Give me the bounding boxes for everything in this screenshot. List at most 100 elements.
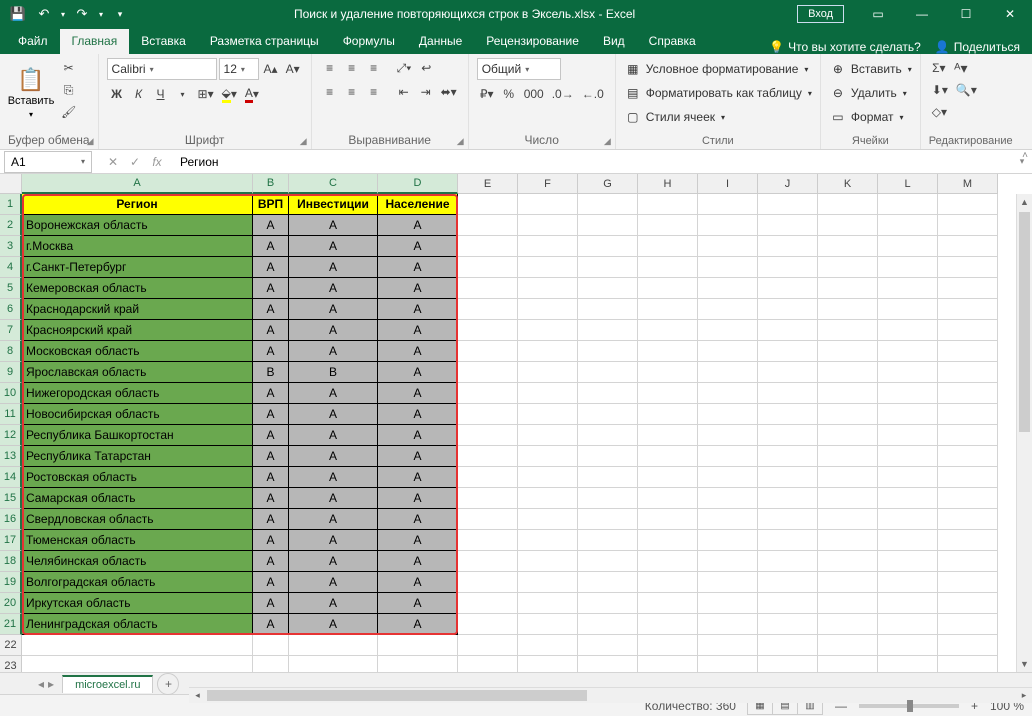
align-bottom-icon[interactable]: ≡ (364, 58, 384, 78)
cell[interactable] (818, 320, 878, 341)
dialog-launcher-icon[interactable]: ◢ (300, 136, 307, 147)
fill-icon[interactable]: ⬇▾ (929, 80, 951, 100)
cell[interactable] (22, 656, 253, 672)
horizontal-scrollbar[interactable]: ◂ ▸ (189, 687, 1032, 703)
cell[interactable]: A (378, 425, 458, 446)
cell[interactable] (878, 446, 938, 467)
share-button[interactable]: 👤Поделиться (935, 40, 1020, 54)
cell[interactable] (578, 551, 638, 572)
format-painter-icon[interactable]: 🖌 (58, 102, 79, 122)
row-header[interactable]: 23 (0, 656, 22, 672)
cell[interactable]: A (378, 278, 458, 299)
cell[interactable] (518, 467, 578, 488)
cell[interactable] (758, 488, 818, 509)
undo-dd-icon[interactable]: ▾ (58, 2, 68, 26)
cell[interactable] (758, 509, 818, 530)
cell[interactable]: A (289, 257, 378, 278)
row-header[interactable]: 11 (0, 404, 22, 425)
cell[interactable]: Ростовская область (22, 467, 253, 488)
cell[interactable]: Воронежская область (22, 215, 253, 236)
row-header[interactable]: 13 (0, 446, 22, 467)
cell[interactable]: A (378, 614, 458, 635)
decrease-indent-icon[interactable]: ⇤ (394, 82, 414, 102)
cell[interactable] (518, 341, 578, 362)
cell[interactable]: A (253, 236, 289, 257)
cell[interactable] (458, 425, 518, 446)
row-header[interactable]: 4 (0, 257, 22, 278)
cell[interactable] (698, 383, 758, 404)
cell[interactable] (938, 572, 998, 593)
currency-icon[interactable]: ₽▾ (477, 84, 497, 104)
cell[interactable]: A (253, 509, 289, 530)
scroll-right-icon[interactable]: ▸ (1016, 688, 1032, 703)
row-header[interactable]: 12 (0, 425, 22, 446)
cell[interactable] (698, 572, 758, 593)
qat-customize-icon[interactable]: ▾ (108, 2, 132, 26)
cell[interactable] (818, 404, 878, 425)
cell[interactable]: Иркутская область (22, 593, 253, 614)
cell[interactable]: A (289, 509, 378, 530)
vscroll-thumb[interactable] (1019, 212, 1030, 432)
tab-help[interactable]: Справка (637, 29, 708, 54)
wrap-text-icon[interactable]: ↩ (416, 58, 436, 78)
cell[interactable]: A (289, 341, 378, 362)
cell[interactable] (818, 488, 878, 509)
cell[interactable] (458, 467, 518, 488)
cell[interactable] (818, 467, 878, 488)
row-header[interactable]: 2 (0, 215, 22, 236)
cell[interactable] (518, 530, 578, 551)
tab-file[interactable]: Файл (6, 29, 60, 54)
cell[interactable]: A (253, 572, 289, 593)
cell[interactable] (578, 635, 638, 656)
cell[interactable] (758, 593, 818, 614)
align-center-icon[interactable]: ≡ (342, 82, 362, 102)
cell[interactable]: Республика Башкортостан (22, 425, 253, 446)
hscroll-thumb[interactable] (207, 690, 587, 701)
minimize-icon[interactable]: — (900, 0, 944, 28)
cancel-formula-icon[interactable]: ✕ (102, 155, 124, 169)
tab-data[interactable]: Данные (407, 29, 474, 54)
column-header[interactable]: F (518, 174, 578, 194)
add-sheet-icon[interactable]: + (157, 673, 179, 695)
cell[interactable] (638, 320, 698, 341)
cell[interactable]: Красноярский край (22, 320, 253, 341)
cell[interactable]: A (253, 404, 289, 425)
cell[interactable] (878, 362, 938, 383)
cell[interactable] (938, 593, 998, 614)
cell[interactable]: A (253, 383, 289, 404)
cell[interactable] (458, 446, 518, 467)
cell[interactable] (458, 299, 518, 320)
row-header[interactable]: 18 (0, 551, 22, 572)
cell[interactable] (578, 236, 638, 257)
cell[interactable] (638, 614, 698, 635)
cell[interactable]: A (378, 530, 458, 551)
cell[interactable] (578, 530, 638, 551)
cell[interactable] (289, 656, 378, 672)
cell[interactable] (578, 362, 638, 383)
sheet-nav-prev-icon[interactable]: ◂ (38, 677, 44, 691)
cell[interactable]: A (289, 593, 378, 614)
cell[interactable] (878, 215, 938, 236)
cell[interactable] (458, 341, 518, 362)
cell[interactable] (818, 236, 878, 257)
cell[interactable] (638, 446, 698, 467)
cell[interactable] (938, 509, 998, 530)
cell[interactable] (938, 278, 998, 299)
cell[interactable] (458, 404, 518, 425)
decrease-decimal-icon[interactable]: ←.0 (579, 84, 607, 104)
cell[interactable]: Население (378, 194, 458, 215)
cell[interactable] (878, 488, 938, 509)
signin-button[interactable]: Вход (797, 5, 844, 23)
cell[interactable] (458, 257, 518, 278)
cell[interactable] (578, 278, 638, 299)
cell[interactable]: A (378, 383, 458, 404)
cell[interactable] (578, 320, 638, 341)
cell[interactable]: Регион (22, 194, 253, 215)
cell[interactable] (458, 194, 518, 215)
scroll-left-icon[interactable]: ◂ (189, 688, 205, 703)
cell[interactable] (518, 299, 578, 320)
cell[interactable] (818, 635, 878, 656)
cell[interactable]: Московская область (22, 341, 253, 362)
cell[interactable] (938, 446, 998, 467)
cell[interactable] (698, 530, 758, 551)
